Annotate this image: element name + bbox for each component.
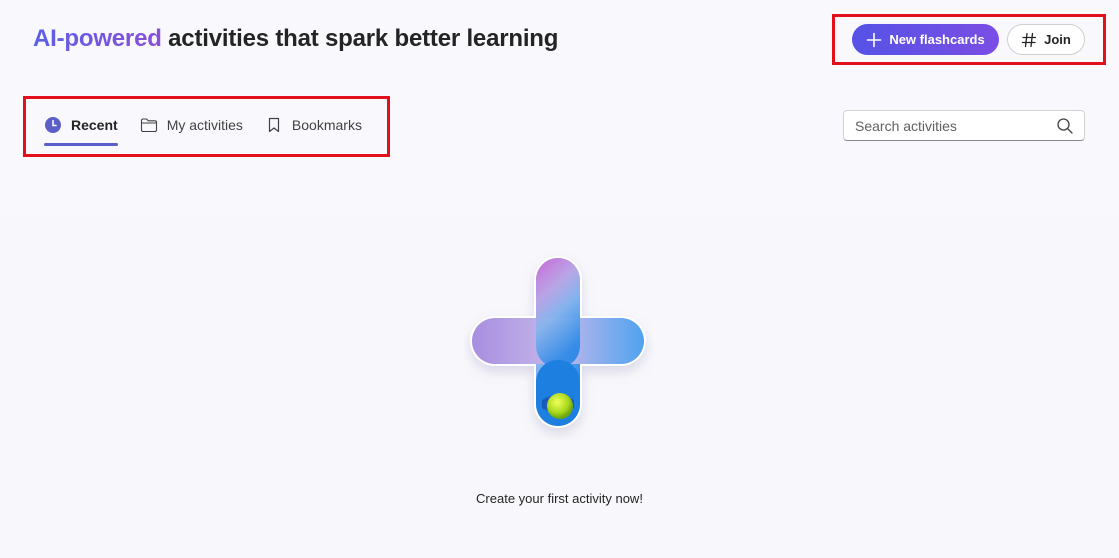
page-title-accent: AI-powered <box>33 25 162 52</box>
empty-state-message: Create your first activity now! <box>476 491 643 506</box>
tab-recent[interactable]: Recent <box>44 110 118 146</box>
tab-bookmarks-label: Bookmarks <box>291 117 362 133</box>
join-label: Join <box>1044 32 1071 47</box>
tab-my-activities[interactable]: My activities <box>140 110 243 140</box>
page: AI-powered activities that spark better … <box>0 0 1119 558</box>
tab-bookmarks[interactable]: Bookmarks <box>265 110 362 140</box>
new-flashcards-label: New flashcards <box>889 32 985 47</box>
search-icon[interactable] <box>1056 117 1074 135</box>
search-box <box>843 110 1085 141</box>
page-title-rest: activities that spark better learning <box>161 25 559 52</box>
tab-recent-label: Recent <box>71 117 118 133</box>
plus-illustration <box>470 256 646 428</box>
tab-my-activities-label: My activities <box>166 117 243 133</box>
search-input[interactable] <box>855 117 1056 134</box>
page-title: AI-powered activities that spark better … <box>33 25 558 53</box>
activity-tabs: Recent My activities Bookmarks <box>44 110 384 148</box>
join-button[interactable]: Join <box>1007 24 1085 55</box>
hash-icon <box>1021 32 1037 47</box>
folder-icon <box>140 118 157 133</box>
bookmark-icon <box>268 117 280 133</box>
plus-icon <box>867 32 882 47</box>
clock-icon <box>45 117 61 133</box>
new-flashcards-button[interactable]: New flashcards <box>852 24 999 55</box>
